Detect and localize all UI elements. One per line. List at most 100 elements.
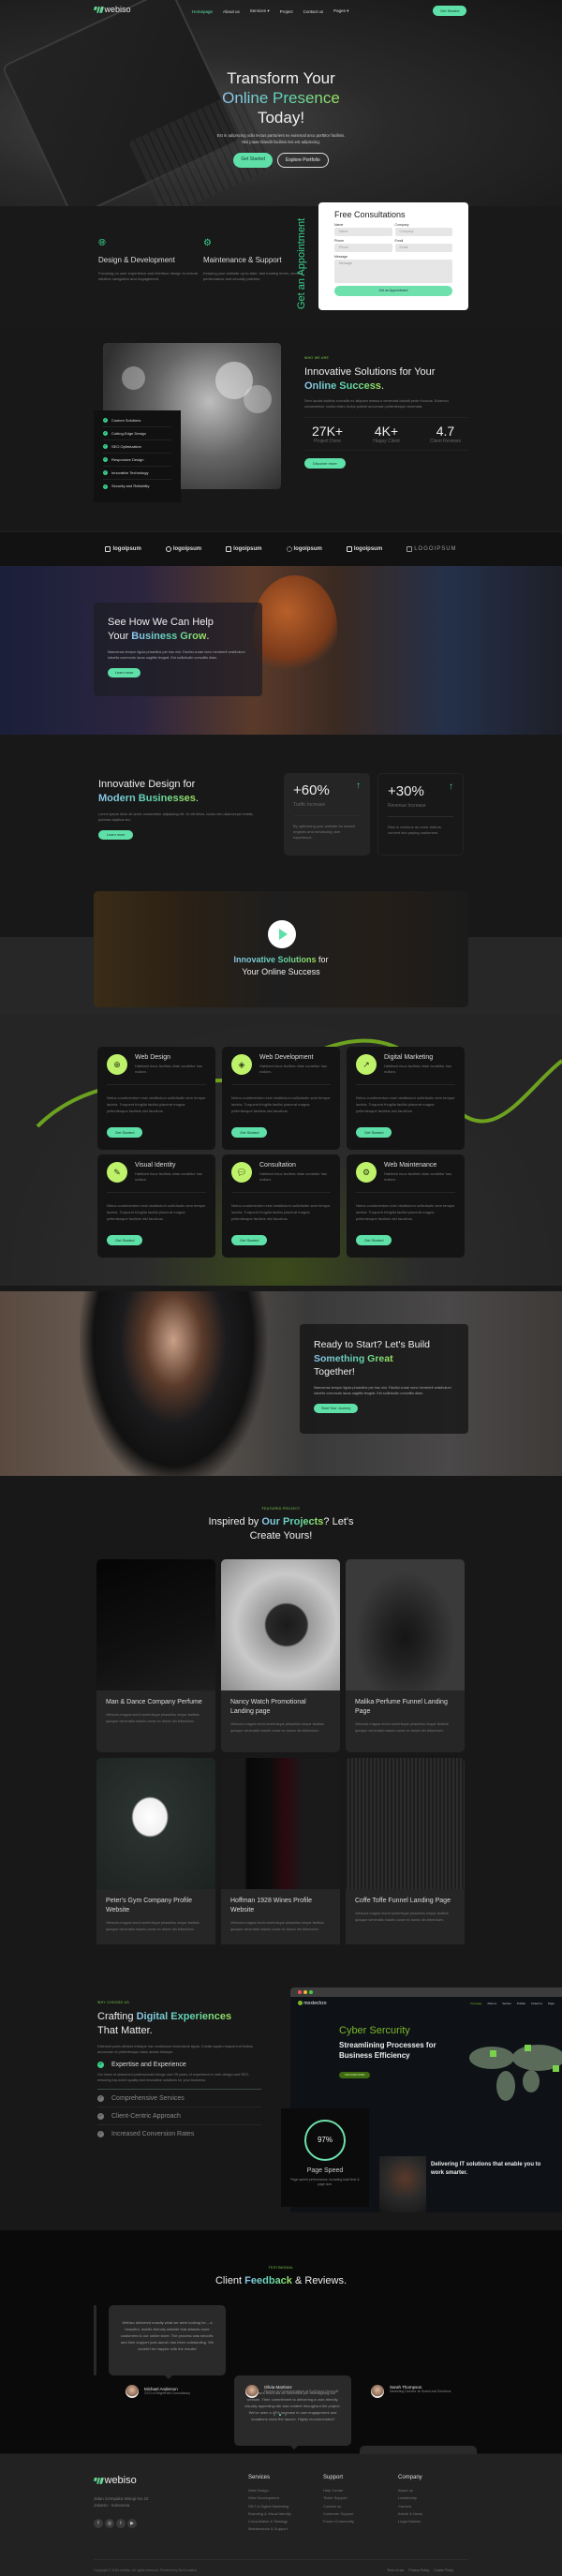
footer-link[interactable]: About us [398, 2488, 422, 2495]
nav-project[interactable]: Project [280, 9, 293, 14]
logo-label: logoipsum [233, 546, 262, 552]
footer-link[interactable]: Careers [398, 2504, 422, 2511]
projects-title-line2: Create Yours! [249, 1530, 313, 1541]
footer-link[interactable]: Ticket Support [323, 2495, 354, 2503]
service-get-started-button[interactable]: Get Started [231, 1127, 268, 1138]
project-card[interactable]: Peter's Gym Company Profile Website Vehic… [96, 1758, 215, 1951]
get-appointment-button[interactable]: Get an Appointment [334, 286, 452, 296]
service-get-started-button[interactable]: Get Started [231, 1235, 268, 1245]
phone-input[interactable]: Phone [334, 244, 392, 252]
logo-triangle-icon [407, 546, 413, 552]
service-subtitle: Habitant risus facilisis vitae curabitur… [135, 1171, 203, 1182]
start-journey-button[interactable]: Start Your Journey [314, 1403, 359, 1413]
message-textarea[interactable]: Message [334, 260, 452, 283]
footer-link[interactable]: Branding & Visual Identity [248, 2511, 291, 2519]
get-appointment-vertical-label: Get an Appointment [296, 217, 307, 309]
footer-column-services: Services Web Design Web Development SEO … [248, 2475, 291, 2535]
project-card[interactable]: Coffe Toffe Funnel Landing Page Vehicula … [346, 1758, 465, 1951]
logo-label: LOGOIPSUM [414, 546, 457, 552]
footer-link[interactable]: Consultation & Strategy [248, 2519, 291, 2526]
why-item[interactable]: ✓ Client-Centric Approach [97, 2107, 261, 2125]
footer-column-title: Services [248, 2475, 271, 2480]
partner-logo: LOGOIPSUM [407, 546, 456, 552]
service-title: Visual Identity [135, 1162, 176, 1169]
footer-link[interactable]: Maintenance & Support [248, 2526, 291, 2534]
check-circle-icon: ✓ [97, 2094, 104, 2102]
twitter-icon[interactable]: t [116, 2519, 126, 2528]
project-card[interactable]: Malika Perfume Funnel Landing Page Vehicu… [346, 1559, 465, 1752]
carousel-dot[interactable] [274, 2414, 275, 2416]
service-description: Netus condimentum erat vestibulum sollic… [356, 1095, 455, 1113]
stat-card-text: Rise in revenue as more visitors convert… [388, 816, 453, 836]
service-get-started-button[interactable]: Get Started [107, 1235, 143, 1245]
service-get-started-button[interactable]: Get Started [356, 1127, 392, 1138]
modern-title: Innovative Design for Modern Businesses. [98, 778, 258, 806]
logo[interactable]: webiso [93, 5, 131, 14]
stat-card-label: Revenue Increase [388, 803, 426, 809]
privacy-link[interactable]: Privacy Policy [408, 2569, 429, 2572]
hero-description-line1: Est in adipiscing odio lectus parturient… [216, 133, 346, 138]
grow-title-line1: See How We Can Help [108, 617, 214, 628]
footer-link[interactable]: Legal Notices [398, 2519, 422, 2526]
check-circle-icon: ✓ [97, 2062, 104, 2068]
checklist-label: Responsive Design [111, 456, 144, 462]
why-active-item[interactable]: ✓ Expertise and Experience [97, 2062, 261, 2068]
footer-link[interactable]: Article & News [398, 2511, 422, 2519]
nav-pages[interactable]: Pages ▾ [333, 8, 348, 14]
instagram-icon[interactable]: ◎ [105, 2519, 114, 2528]
discover-more-button[interactable]: Discover more [304, 458, 346, 469]
footer-link[interactable]: Help Center [323, 2488, 354, 2495]
video-thumbnail[interactable] [94, 891, 468, 1007]
footer-link[interactable]: Customer Support [323, 2511, 354, 2519]
play-button-icon[interactable] [268, 920, 296, 948]
hero-get-started-button[interactable]: Get Started [233, 153, 273, 168]
modern-learn-more-button[interactable]: Learn more [98, 830, 134, 840]
project-description: Vehicula magna morbi scelerisque phasell… [355, 1912, 449, 1922]
project-card[interactable]: Man & Dance Company Perfume Vehicula magn… [96, 1559, 215, 1752]
why-title: Crafting Digital Experiences That Matter… [97, 2010, 261, 2038]
why-item[interactable]: ✓ Increased Conversion Rates [97, 2125, 261, 2143]
footer-link[interactable]: Forum Community [323, 2519, 354, 2526]
facebook-icon[interactable]: f [94, 2519, 103, 2528]
footer-link[interactable]: Leadership [398, 2495, 422, 2503]
checklist-label: Cutting-Edge Design [111, 430, 146, 436]
project-card[interactable]: Nancy Watch Promotional Landing page Vehi… [221, 1559, 340, 1752]
name-input[interactable]: Name [334, 228, 392, 236]
mockup-menu-item: About us [487, 2002, 497, 2005]
projects-title-highlight: Our Projects [261, 1516, 324, 1527]
nav-services[interactable]: Services ▾ [250, 8, 270, 14]
checklist-label: Custom Solutions [111, 417, 141, 423]
cookie-link[interactable]: Cookie Policy [434, 2569, 453, 2572]
modern-design-section [0, 735, 562, 885]
footer-link[interactable]: Web Development [248, 2495, 291, 2503]
nav-homepage[interactable]: Homepage [192, 9, 213, 14]
consultation-form: Free Consultations Name Name Company Com… [318, 202, 468, 310]
terms-link[interactable]: Term of use [387, 2569, 404, 2572]
hero-title: Transform Your Online Presence Today! [140, 68, 422, 127]
carousel-dot-active[interactable] [279, 2414, 281, 2416]
project-card[interactable]: Hoffman 1928 Wines Profile Website Vehicu… [221, 1758, 340, 1951]
footer-link[interactable]: SEO & Digital Marketing [248, 2504, 291, 2511]
stat-card-revenue: ↑ +30% Revenue Increase Rise in revenue … [377, 773, 464, 856]
logo-label: logoipsum [112, 546, 141, 552]
email-input[interactable]: Email [394, 244, 452, 252]
nav-services-label: Services [249, 8, 267, 13]
nav-get-started-button[interactable]: Get Started [433, 6, 467, 16]
service-title: Web Design [135, 1054, 171, 1061]
company-input[interactable]: Company [394, 228, 452, 236]
carousel-dot[interactable] [285, 2414, 287, 2416]
learn-more-button[interactable]: Learn more [108, 668, 141, 678]
why-description: Dictumst porta ultricies tristique hac v… [97, 2045, 253, 2054]
explore-portfolio-button[interactable]: Explore Portfolio [276, 153, 329, 168]
footer-link[interactable]: Contact us [323, 2504, 354, 2511]
why-item[interactable]: ✓ Comprehensive Services [97, 2090, 261, 2107]
service-get-started-button[interactable]: Get Started [107, 1127, 143, 1138]
footer-link[interactable]: Web Design [248, 2488, 291, 2495]
video-caption-line2: Your Online Success [242, 967, 320, 976]
youtube-icon[interactable]: ▶ [127, 2519, 137, 2528]
nav-about[interactable]: About us [223, 9, 240, 14]
footer-logo[interactable]: webiso [93, 2475, 137, 2486]
nav-contact[interactable]: Contact us [303, 9, 324, 14]
author-role: Director of Communications at EcoFuture … [264, 2390, 339, 2393]
service-get-started-button[interactable]: Get Started [356, 1235, 392, 1245]
